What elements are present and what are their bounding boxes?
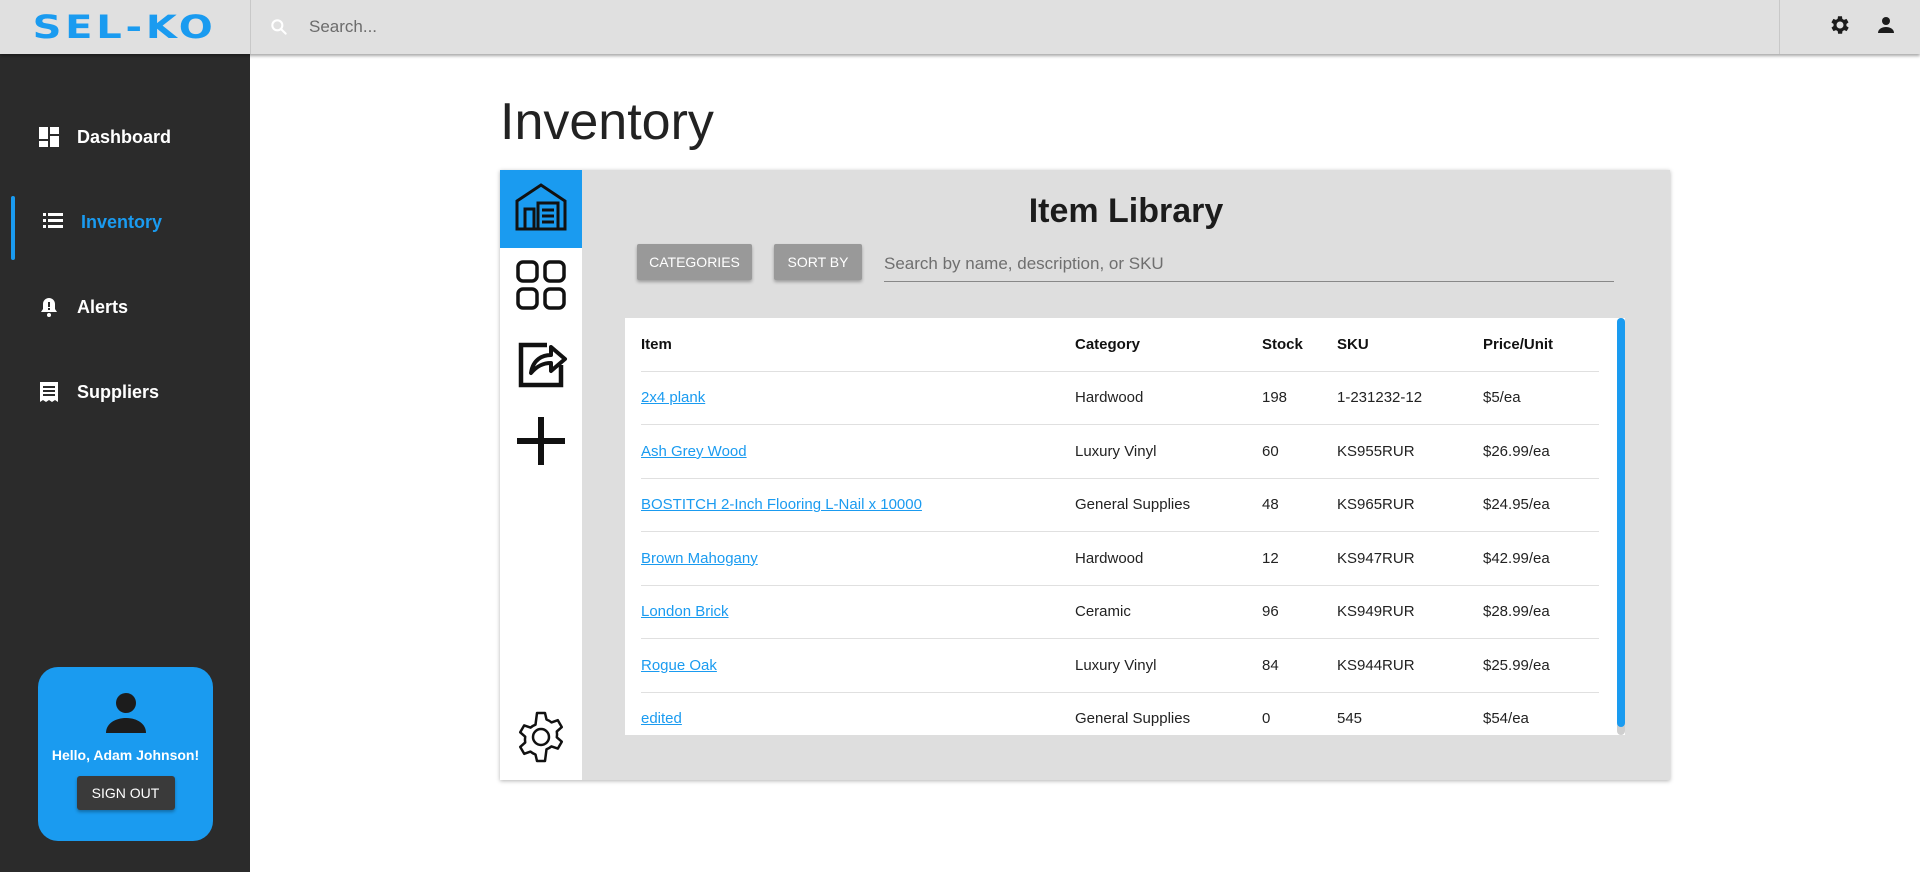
app-logo[interactable]: SEL-KO [33,8,217,46]
search-icon [269,17,289,37]
cell-sku: KS965RUR [1337,478,1483,532]
cell-price: $24.95/ea [1483,478,1599,532]
cell-stock: 12 [1262,531,1337,586]
table-row: 2x4 plank Hardwood 198 1-231232-12 $5/ea [641,371,1599,425]
cell-sku: KS947RUR [1337,531,1483,586]
item-link[interactable]: Ash Grey Wood [641,443,747,460]
sidebar-item-label: Alerts [77,296,129,317]
active-indicator [11,196,15,260]
avatar-icon [103,689,149,735]
table-header-row: Item Category Stock SKU Price/Unit [641,318,1599,372]
cell-price: $54/ea [1483,692,1599,735]
cell-price: $28.99/ea [1483,585,1599,639]
user-card: Hello, Adam Johnson! SIGN OUT [38,667,213,841]
cell-category: Luxury Vinyl [1075,638,1262,693]
rail-settings-button[interactable] [500,700,582,778]
cell-price: $26.99/ea [1483,424,1599,479]
cell-stock: 48 [1262,478,1337,532]
sidebar-item-alerts[interactable]: Alerts [0,279,250,335]
sidebar: Dashboard Inventory Alerts Suppliers Hel… [0,54,250,872]
table-scrollbar[interactable] [1617,318,1625,735]
list-icon [42,211,64,233]
sidebar-item-label: Inventory [81,211,163,232]
top-bar: SEL-KO [0,0,1920,54]
item-link[interactable]: Rogue Oak [641,657,717,674]
settings-gear-icon [513,709,569,770]
user-greeting: Hello, Adam Johnson! [51,747,200,763]
item-link[interactable]: edited [641,710,682,727]
sidebar-item-label: Dashboard [77,126,172,147]
cell-category: Luxury Vinyl [1075,424,1262,479]
cell-stock: 84 [1262,638,1337,693]
dashboard-icon [38,126,60,148]
page-title: Inventory [500,93,714,151]
global-search [250,0,1780,54]
settings-gear-icon[interactable] [1828,13,1852,42]
column-header-category[interactable]: Category [1075,318,1262,372]
sidebar-item-label: Suppliers [77,381,160,402]
table-row: BOSTITCH 2-Inch Flooring L-Nail x 10000 … [641,478,1599,532]
cell-sku: KS949RUR [1337,585,1483,639]
cell-sku: KS955RUR [1337,424,1483,479]
library-search-input[interactable] [884,246,1614,282]
item-link[interactable]: BOSTITCH 2-Inch Flooring L-Nail x 10000 [641,496,922,513]
cell-price: $25.99/ea [1483,638,1599,693]
search-input[interactable] [309,17,1709,37]
cell-price: $5/ea [1483,371,1599,425]
cell-category: Hardwood [1075,371,1262,425]
plus-icon [513,413,569,474]
cell-sku: KS944RUR [1337,638,1483,693]
library-rail [500,170,582,780]
bell-icon [38,296,60,318]
column-header-price[interactable]: Price/Unit [1483,318,1599,372]
categories-button[interactable]: CATEGORIES [637,244,752,280]
rail-categories-button[interactable] [500,248,582,326]
warehouse-icon [513,179,569,240]
cell-category: General Supplies [1075,478,1262,532]
column-header-item[interactable]: Item [641,318,1075,372]
table-row: London Brick Ceramic 96 KS949RUR $28.99/… [641,585,1599,639]
cell-price: $42.99/ea [1483,531,1599,586]
cell-stock: 60 [1262,424,1337,479]
cell-stock: 198 [1262,371,1337,425]
cell-category: Ceramic [1075,585,1262,639]
sidebar-item-inventory[interactable]: Inventory [0,194,250,260]
item-table-container[interactable]: Item Category Stock SKU Price/Unit 2x4 p… [625,318,1625,735]
rail-export-button[interactable] [500,326,582,404]
cell-category: Hardwood [1075,531,1262,586]
item-library-panel: Item Library CATEGORIES SORT BY Item Cat… [500,170,1670,780]
item-link[interactable]: London Brick [641,603,729,620]
share-icon [513,335,569,396]
logo-area[interactable]: SEL-KO [0,0,250,54]
receipt-icon [38,381,60,403]
item-table: Item Category Stock SKU Price/Unit 2x4 p… [641,318,1599,735]
top-actions [1780,0,1920,54]
column-header-stock[interactable]: Stock [1262,318,1337,372]
rail-warehouse-button[interactable] [500,170,582,248]
table-row: Brown Mahogany Hardwood 12 KS947RUR $42.… [641,531,1599,586]
cell-category: General Supplies [1075,692,1262,735]
table-row: Ash Grey Wood Luxury Vinyl 60 KS955RUR $… [641,424,1599,479]
rail-add-button[interactable] [500,404,582,482]
sort-by-button[interactable]: SORT BY [774,244,862,280]
table-row: edited General Supplies 0 545 $54/ea [641,692,1599,735]
library-title: Item Library [1028,192,1224,230]
item-link[interactable]: Brown Mahogany [641,550,758,567]
sign-out-button[interactable]: SIGN OUT [76,776,175,810]
sidebar-item-suppliers[interactable]: Suppliers [0,364,250,420]
cell-sku: 545 [1337,692,1483,735]
scrollbar-thumb[interactable] [1617,318,1625,727]
grid-icon [513,257,569,318]
cell-stock: 0 [1262,692,1337,735]
item-link[interactable]: 2x4 plank [641,389,705,406]
sidebar-item-dashboard[interactable]: Dashboard [0,109,250,165]
table-row: Rogue Oak Luxury Vinyl 84 KS944RUR $25.9… [641,638,1599,693]
column-header-sku[interactable]: SKU [1337,318,1483,372]
cell-stock: 96 [1262,585,1337,639]
cell-sku: 1-231232-12 [1337,371,1483,425]
account-icon[interactable] [1874,13,1898,42]
